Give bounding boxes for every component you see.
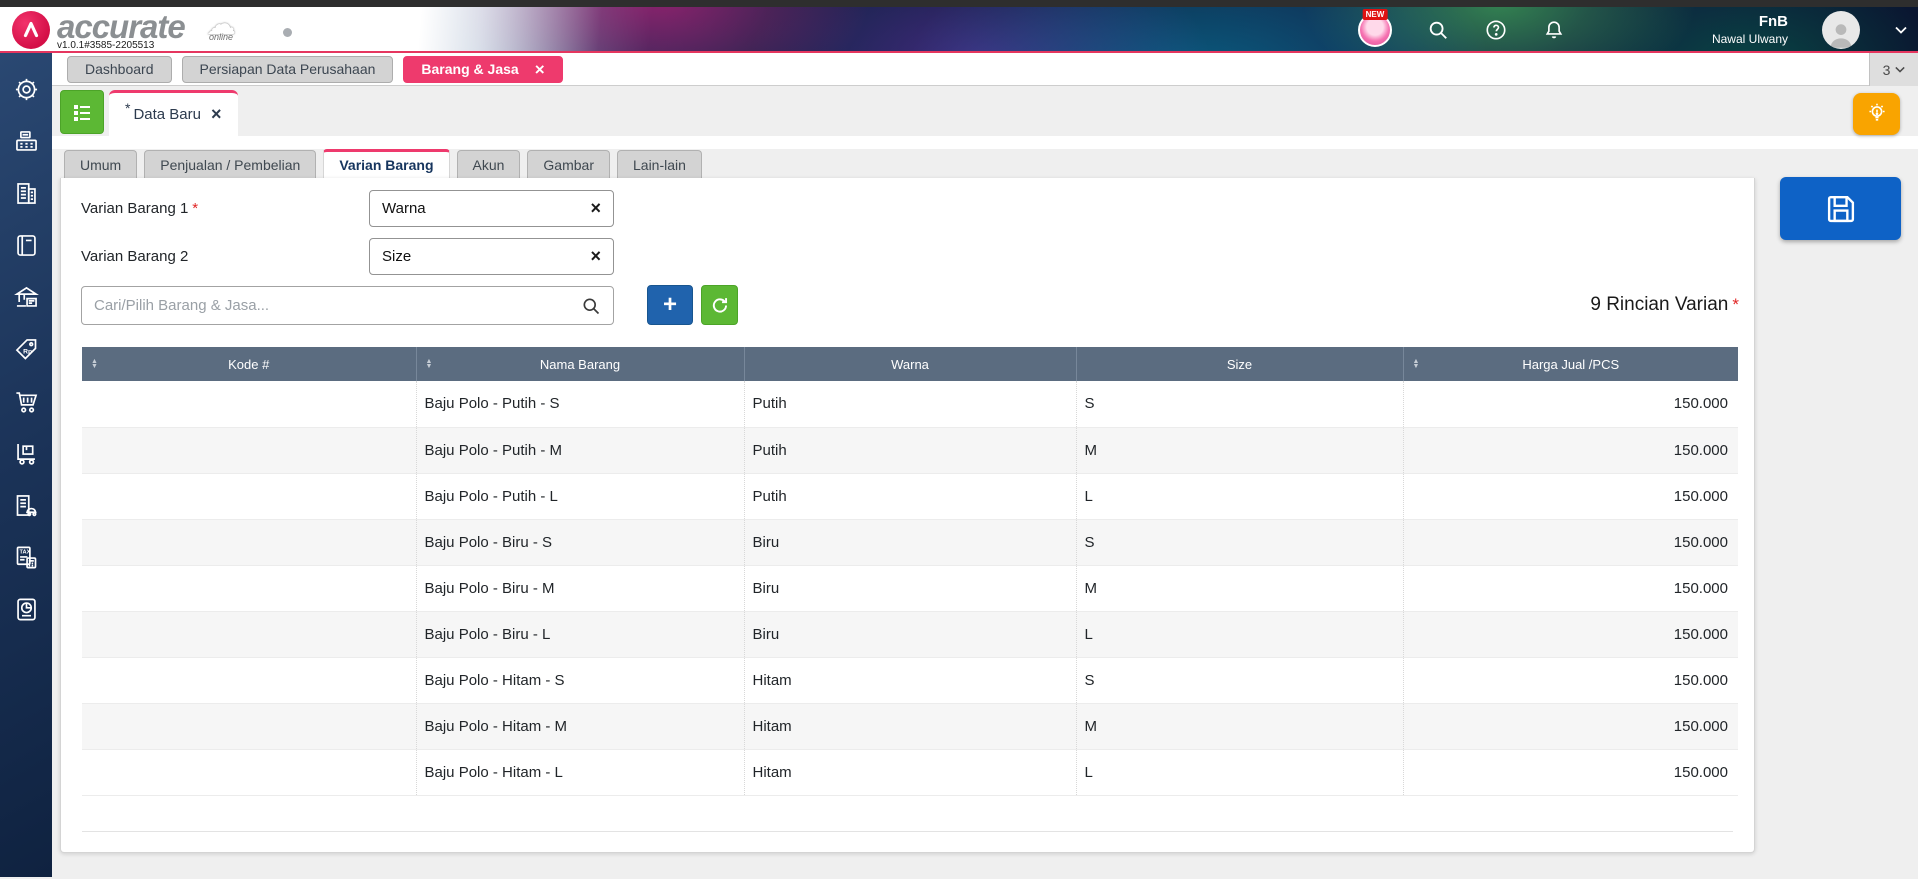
lightbulb-icon bbox=[1868, 103, 1885, 121]
whats-new-avatar-icon[interactable]: NEW bbox=[1357, 9, 1392, 47]
sidebar-item-bank-cash-icon[interactable] bbox=[12, 283, 40, 311]
app-header: accurate ☁ online v1.0.1#3585-2205513 NE… bbox=[0, 7, 1918, 53]
os-titlebar bbox=[0, 0, 1918, 7]
window-tab-barang-jasa[interactable]: Barang & Jasa × bbox=[403, 55, 563, 83]
nav-sidebar: Rp TAX bbox=[0, 53, 52, 877]
table-row[interactable]: Baju Polo - Putih - L Putih L 150.000 bbox=[82, 473, 1738, 520]
variant2-label: Varian Barang 2 bbox=[81, 248, 189, 265]
variant-count-summary: 9 Rincian Varian * bbox=[1590, 294, 1739, 315]
company-name: FnB bbox=[1758, 13, 1788, 31]
clear-icon[interactable]: × bbox=[590, 198, 601, 219]
sidebar-item-inventory-delivery-icon[interactable] bbox=[12, 439, 40, 467]
list-icon bbox=[74, 105, 90, 121]
tab-akun[interactable]: Akun bbox=[456, 150, 521, 178]
tax-label: TAX bbox=[19, 549, 30, 555]
unsaved-marker: * bbox=[125, 99, 131, 116]
help-icon[interactable] bbox=[1484, 18, 1508, 42]
sidebar-item-tax-icon[interactable]: TAX bbox=[12, 543, 40, 571]
col-header-kode[interactable]: ▲ ▼ Kode # bbox=[82, 347, 417, 381]
item-search bbox=[81, 286, 614, 325]
required-marker: * bbox=[1732, 295, 1739, 314]
new-badge: NEW bbox=[1362, 9, 1388, 20]
table-row[interactable]: Baju Polo - Biru - L Biru L 150.000 bbox=[82, 611, 1738, 658]
table-row[interactable]: Baju Polo - Putih - S Putih S 150.000 bbox=[82, 381, 1738, 428]
avatar[interactable] bbox=[1822, 11, 1860, 49]
rp-label: Rp bbox=[23, 348, 32, 355]
sort-icon[interactable]: ▲ ▼ bbox=[91, 358, 98, 370]
sidebar-item-purchases-cart-icon[interactable] bbox=[12, 387, 40, 415]
tab-umum[interactable]: Umum bbox=[64, 150, 138, 178]
table-header-row: ▲ ▼ Kode # ▲ ▼ Nama Barang Warna Size ▲ ▼ Harg… bbox=[82, 347, 1738, 381]
sidebar-item-settings-icon[interactable] bbox=[12, 75, 40, 103]
divider bbox=[82, 831, 1733, 832]
tab-content-strip bbox=[52, 136, 1918, 149]
window-tab-dashboard[interactable]: Dashboard bbox=[67, 55, 172, 83]
required-marker: * bbox=[192, 200, 199, 217]
detail-tab-bar: Umum Penjualan / Pembelian Varian Barang… bbox=[52, 149, 1918, 178]
col-header-harga-jual[interactable]: ▲ ▼ Harga Jual /PCS bbox=[1403, 347, 1738, 381]
tab-gambar[interactable]: Gambar bbox=[527, 150, 610, 178]
col-header-warna[interactable]: Warna bbox=[744, 347, 1077, 381]
cloud-online-icon: ☁ online bbox=[200, 10, 242, 43]
tab-lain-lain[interactable]: Lain-lain bbox=[617, 150, 702, 178]
sort-icon[interactable]: ▲ ▼ bbox=[1413, 358, 1420, 370]
sidebar-item-reports-icon[interactable] bbox=[12, 595, 40, 623]
close-icon[interactable]: × bbox=[535, 61, 545, 78]
table-row[interactable]: Baju Polo - Hitam - S Hitam S 150.000 bbox=[82, 657, 1738, 704]
accurate-logo-icon bbox=[12, 11, 50, 49]
chevron-down-icon bbox=[1895, 66, 1906, 73]
col-header-nama-barang[interactable]: ▲ ▼ Nama Barang bbox=[416, 347, 745, 381]
doc-tab-data-baru[interactable]: * Data Baru × bbox=[109, 90, 238, 136]
window-tab-bar: Dashboard Persiapan Data Perusahaan Bara… bbox=[52, 53, 1918, 86]
chevron-down-icon[interactable] bbox=[1894, 18, 1908, 42]
document-tab-bar: * Data Baru × bbox=[52, 86, 1918, 136]
close-icon[interactable]: × bbox=[211, 104, 222, 125]
tips-button[interactable] bbox=[1853, 93, 1900, 135]
clear-icon[interactable]: × bbox=[590, 246, 601, 267]
save-floppy-icon bbox=[1827, 195, 1854, 222]
variant1-select[interactable]: Warna × bbox=[369, 190, 614, 227]
sidebar-item-fixed-assets-icon[interactable] bbox=[12, 491, 40, 519]
user-name: Nawal Ulwany bbox=[1711, 31, 1788, 46]
save-button[interactable] bbox=[1780, 177, 1901, 240]
varian-barang-panel: Varian Barang 1 * Warna × Varian Barang 2… bbox=[60, 178, 1755, 853]
open-tabs-dropdown[interactable]: 3 bbox=[1869, 53, 1918, 86]
account-info[interactable]: FnB Nawal Ulwany bbox=[1712, 13, 1788, 47]
tab-varian-barang[interactable]: Varian Barang bbox=[323, 149, 450, 178]
sort-icon[interactable]: ▲ ▼ bbox=[426, 358, 433, 370]
refresh-icon bbox=[712, 297, 728, 313]
search-icon[interactable] bbox=[1426, 18, 1450, 42]
search-icon[interactable] bbox=[581, 296, 601, 316]
tab-penjualan-pembelian[interactable]: Penjualan / Pembelian bbox=[144, 150, 317, 178]
search-input[interactable] bbox=[94, 297, 581, 314]
refresh-button[interactable] bbox=[701, 285, 738, 325]
table-row[interactable]: Baju Polo - Putih - M Putih M 150.000 bbox=[82, 427, 1738, 474]
list-view-button[interactable] bbox=[60, 90, 104, 134]
window-tab-persiapan-data-perusahaan[interactable]: Persiapan Data Perusahaan bbox=[181, 55, 394, 83]
sidebar-item-company-icon[interactable] bbox=[12, 179, 40, 207]
table-row[interactable]: Baju Polo - Biru - M Biru M 150.000 bbox=[82, 565, 1738, 612]
variant2-select[interactable]: Size × bbox=[369, 238, 614, 275]
sidebar-item-pos-cash-register-icon[interactable] bbox=[12, 127, 40, 155]
status-dot bbox=[283, 28, 292, 37]
sidebar-item-price-tag-rp-icon[interactable]: Rp bbox=[12, 335, 40, 363]
col-header-size[interactable]: Size bbox=[1076, 347, 1404, 381]
table-row[interactable]: Baju Polo - Hitam - M Hitam M 150.000 bbox=[82, 703, 1738, 750]
version-label: v1.0.1#3585-2205513 bbox=[57, 40, 155, 51]
table-row[interactable]: Baju Polo - Biru - S Biru S 150.000 bbox=[82, 519, 1738, 566]
table-row[interactable]: Baju Polo - Hitam - L Hitam L 150.000 bbox=[82, 749, 1738, 796]
main-content: * Data Baru × Umum Penjualan / Pembelian… bbox=[52, 86, 1918, 877]
variant1-label: Varian Barang 1 * bbox=[81, 200, 199, 217]
variant-table: ▲ ▼ Kode # ▲ ▼ Nama Barang Warna Size ▲ ▼ Harg… bbox=[82, 347, 1738, 796]
sidebar-item-ledger-book-icon[interactable] bbox=[12, 231, 40, 259]
notifications-bell-icon[interactable] bbox=[1542, 18, 1566, 42]
header-actions: NEW FnB Nawal Ulwany bbox=[1357, 7, 1908, 53]
add-variant-button[interactable]: + bbox=[647, 285, 693, 325]
